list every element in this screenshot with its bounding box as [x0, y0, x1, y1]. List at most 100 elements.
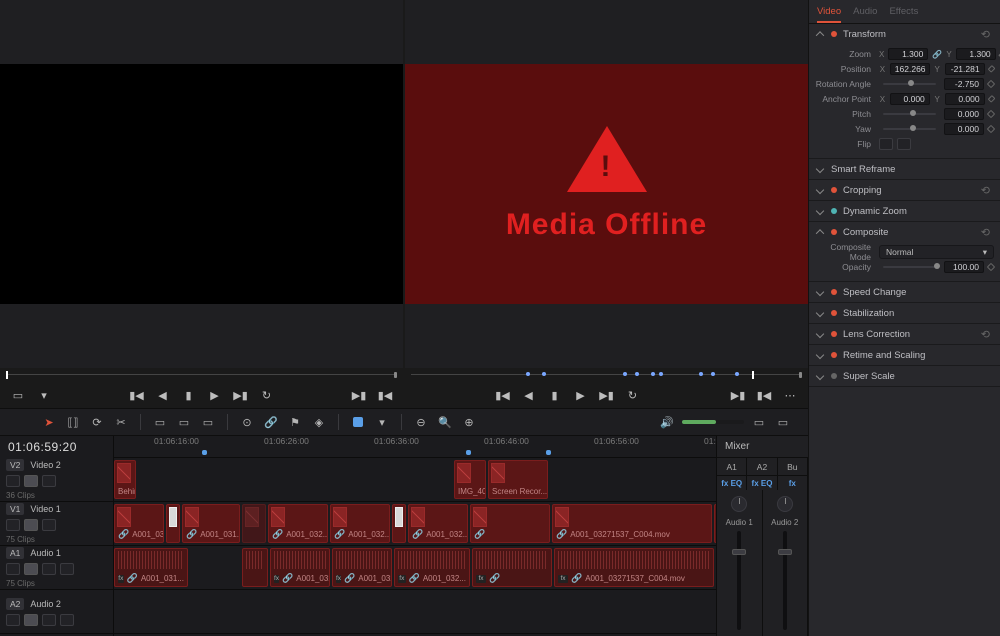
- lock-icon[interactable]: [6, 475, 20, 487]
- fader-a1[interactable]: Audio 1: [717, 490, 763, 636]
- timeline-clip[interactable]: fx🔗: [472, 548, 552, 587]
- stop-icon[interactable]: ▮: [545, 386, 565, 404]
- section-header[interactable]: Transform⟲: [809, 24, 1000, 44]
- keyframe-icon[interactable]: [987, 95, 995, 103]
- zoom-y-input[interactable]: 1.300: [956, 48, 996, 60]
- section-header[interactable]: Composite⟲: [809, 222, 1000, 242]
- track-v1[interactable]: 🔗A001_031... 🔗A001_031... 🔗A001_032... 🔗…: [114, 502, 716, 546]
- last-frame-icon[interactable]: ▶▮: [231, 386, 251, 404]
- trim-tool-icon[interactable]: ⟦⟧: [64, 413, 82, 431]
- stop-icon[interactable]: ▮: [179, 386, 199, 404]
- source-monitor[interactable]: [0, 0, 403, 368]
- composite-mode-select[interactable]: Normal▾: [879, 245, 994, 259]
- options-icon[interactable]: ⋯: [780, 386, 800, 404]
- zoom-x-input[interactable]: 1.300: [888, 48, 928, 60]
- anchor-x-input[interactable]: 0.000: [890, 93, 930, 105]
- mute-icon[interactable]: [24, 614, 38, 626]
- timeline-clip[interactable]: 🔗A001_032...: [330, 504, 390, 543]
- disable-icon[interactable]: [42, 475, 56, 487]
- timeline-clip[interactable]: 🔗A001_03271537_C00...: [714, 504, 716, 543]
- program-scrubber[interactable]: [405, 368, 808, 382]
- track-header-a1[interactable]: A1Audio 1 75 Clips: [0, 546, 113, 590]
- timeline-clip[interactable]: fx🔗A001_032...: [394, 548, 470, 587]
- track-header-v2[interactable]: V2Video 2 36 Clips: [0, 458, 113, 502]
- arrow-tool-icon[interactable]: ➤: [40, 413, 58, 431]
- zoom-out-icon[interactable]: ⊖: [412, 413, 430, 431]
- arm-icon[interactable]: [60, 614, 74, 626]
- loop-icon[interactable]: ↻: [257, 386, 277, 404]
- timeline-clip[interactable]: fx🔗A001_03271537_C004.mov: [554, 548, 714, 587]
- source-scrubber[interactable]: [0, 368, 403, 382]
- replace-icon[interactable]: ▭: [199, 413, 217, 431]
- section-dynamic-zoom[interactable]: Dynamic Zoom: [809, 201, 1000, 221]
- mixer-tab-bus[interactable]: Bu: [778, 458, 808, 476]
- rotation-input[interactable]: -2.750: [944, 78, 984, 90]
- search-icon[interactable]: 🔍: [436, 413, 454, 431]
- pan-knob[interactable]: [777, 496, 793, 512]
- section-retime-scaling[interactable]: Retime and Scaling: [809, 345, 1000, 365]
- keyframe-icon[interactable]: [987, 80, 995, 88]
- timeline-clip[interactable]: [242, 504, 266, 543]
- out-point-icon[interactable]: ▮◀: [754, 386, 774, 404]
- flip-v-button[interactable]: [897, 138, 911, 150]
- arm-icon[interactable]: [60, 563, 74, 575]
- play-icon[interactable]: ▶: [571, 386, 591, 404]
- track-header-a2[interactable]: A2Audio 2: [0, 590, 113, 634]
- in-point-icon[interactable]: ▶▮: [349, 386, 369, 404]
- timeline-clip[interactable]: [242, 548, 268, 587]
- timecode[interactable]: 01:06:59:20: [0, 436, 113, 458]
- loop-icon[interactable]: ↻: [623, 386, 643, 404]
- dynamic-trim-icon[interactable]: ⟳: [88, 413, 106, 431]
- snap-icon[interactable]: ⊙: [238, 413, 256, 431]
- timeline-clip[interactable]: fx🔗A001_032...: [332, 548, 392, 587]
- track-v2[interactable]: Behind... IMG_402... Screen Recor... app…: [114, 458, 716, 502]
- lock-icon[interactable]: [6, 614, 20, 626]
- marker-icon[interactable]: ◈: [310, 413, 328, 431]
- timeline-clip[interactable]: [166, 504, 180, 543]
- section-stabilization[interactable]: Stabilization: [809, 303, 1000, 323]
- opacity-slider[interactable]: [883, 266, 936, 268]
- mixer-tab-a2[interactable]: A2: [747, 458, 777, 476]
- keyframe-icon[interactable]: [987, 263, 995, 271]
- keyframe-icon[interactable]: [987, 110, 995, 118]
- volume-slider[interactable]: [682, 420, 744, 424]
- program-monitor[interactable]: Media Offline: [405, 0, 808, 368]
- timeline-clip[interactable]: IMG_402...: [454, 460, 486, 499]
- auto-select-icon[interactable]: [24, 475, 38, 487]
- step-back-icon[interactable]: ◀: [519, 386, 539, 404]
- timeline-clip[interactable]: Behind...: [114, 460, 136, 499]
- timeline-clip[interactable]: fx🔗A001_032...: [270, 548, 330, 587]
- solo-icon[interactable]: [42, 563, 56, 575]
- overwrite-icon[interactable]: ▭: [175, 413, 193, 431]
- pitch-slider[interactable]: [883, 113, 936, 115]
- link-icon[interactable]: 🔗: [262, 413, 280, 431]
- timeline-ruler[interactable]: 01:06:16:00 01:06:26:00 01:06:36:00 01:0…: [114, 436, 716, 458]
- step-back-icon[interactable]: ◀: [153, 386, 173, 404]
- pos-x-input[interactable]: 162.266: [890, 63, 930, 75]
- yaw-slider[interactable]: [883, 128, 936, 130]
- mute-icon[interactable]: [24, 563, 38, 575]
- auto-select-icon[interactable]: [24, 519, 38, 531]
- timeline-clip[interactable]: fx🔗A001_031...: [114, 548, 188, 587]
- zoom-in-icon[interactable]: ⊕: [460, 413, 478, 431]
- chevron-down-icon[interactable]: ▾: [34, 386, 54, 404]
- timeline-clip[interactable]: 🔗A001_031...: [114, 504, 164, 543]
- yaw-input[interactable]: 0.000: [944, 123, 984, 135]
- section-super-scale[interactable]: Super Scale: [809, 366, 1000, 386]
- pitch-input[interactable]: 0.000: [944, 108, 984, 120]
- track-a1[interactable]: fx🔗A001_031... fx🔗A001_031... fx🔗A001_03…: [114, 546, 716, 590]
- first-frame-icon[interactable]: ▮◀: [493, 386, 513, 404]
- section-speed-change[interactable]: Speed Change: [809, 282, 1000, 302]
- keyframe-icon[interactable]: [987, 65, 995, 73]
- timeline-clip[interactable]: 🔗A001_032...: [268, 504, 328, 543]
- mute-icon[interactable]: ▭: [774, 413, 792, 431]
- first-frame-icon[interactable]: ▮◀: [127, 386, 147, 404]
- flag-icon[interactable]: ⚑: [286, 413, 304, 431]
- match-frame-icon[interactable]: ▭: [8, 386, 28, 404]
- tab-audio[interactable]: Audio: [853, 6, 877, 23]
- reset-icon[interactable]: ⟲: [979, 28, 992, 41]
- speaker-icon[interactable]: 🔊: [658, 413, 676, 431]
- timeline-clip[interactable]: 🔗A001_032...: [408, 504, 468, 543]
- lock-icon[interactable]: [6, 563, 20, 575]
- section-cropping[interactable]: Cropping⟲: [809, 180, 1000, 200]
